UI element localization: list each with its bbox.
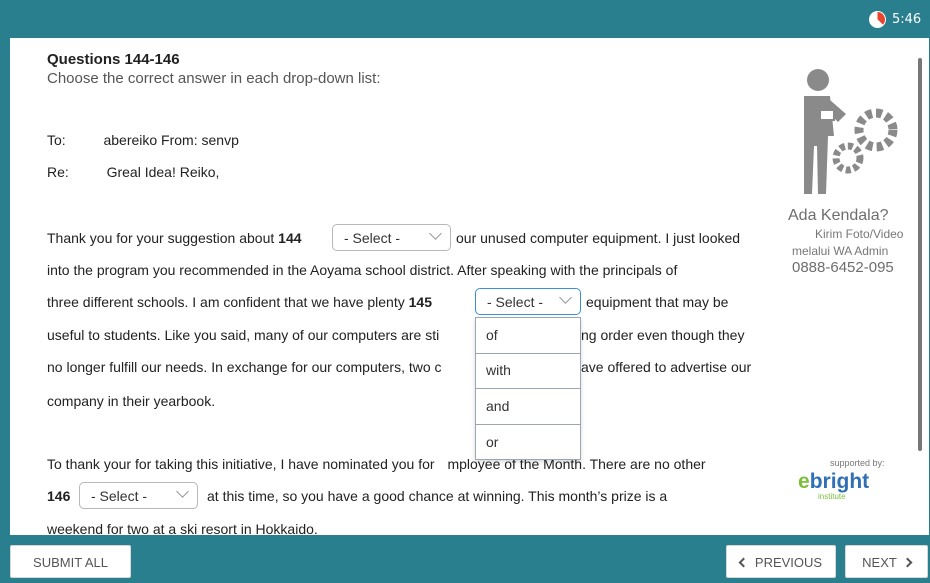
option-and[interactable]: and: [476, 389, 580, 425]
select-144[interactable]: - Select -: [332, 224, 451, 251]
previous-button[interactable]: PREVIOUS: [726, 545, 836, 578]
option-of[interactable]: of: [476, 318, 580, 354]
chevron-down-icon: [176, 485, 189, 498]
passage-line: ave offered to advertise our: [581, 359, 752, 375]
question-title: Questions 144-146: [47, 51, 180, 68]
passage-text: Thank you for your suggestion about: [47, 230, 275, 246]
ad-title: Ada Kendala?: [788, 207, 889, 224]
ebright-logo: ebright: [798, 470, 869, 494]
select-144-label: - Select -: [344, 230, 401, 246]
email-to-line: To: abereiko From: senvp: [47, 132, 239, 148]
option-or[interactable]: or: [476, 425, 580, 461]
passage-line: weekend for two at a ski resort in Hokka…: [47, 521, 318, 535]
blank-number-145: 145: [408, 294, 432, 310]
passage-line: 146: [47, 488, 70, 504]
chevron-left-icon: [738, 557, 749, 568]
logo-subtext: institute: [818, 492, 846, 501]
passage-line: three different schools. I am confident …: [47, 294, 432, 310]
logo-text: bright: [809, 470, 870, 493]
passage-line: no longer fulfill our needs. In exchange…: [47, 359, 442, 375]
scrollbar-thumb[interactable]: [918, 58, 922, 451]
chevron-right-icon: [902, 557, 913, 568]
question-panel: Questions 144-146 Choose the correct ans…: [10, 38, 929, 535]
ad-line: melalui WA Admin: [792, 244, 889, 258]
submit-all-button[interactable]: SUBMIT ALL: [10, 545, 131, 578]
clock-icon: [869, 11, 886, 28]
ad-line: Kirim Foto/Video: [815, 227, 904, 241]
logo-letter: e: [798, 470, 810, 493]
passage-text: three different schools. I am confident …: [47, 294, 405, 310]
passage-line: at this time, so you have a good chance …: [207, 488, 668, 504]
option-with[interactable]: with: [476, 353, 580, 389]
passage-line: equipment that may be: [586, 294, 729, 310]
supported-by-label: supported by:: [830, 458, 885, 468]
next-label: NEXT: [862, 555, 897, 570]
passage-text: To thank your for taking this initiative…: [47, 456, 439, 472]
re-label: Re:: [47, 164, 69, 180]
select-146-label: - Select -: [91, 488, 148, 504]
select-146[interactable]: - Select -: [79, 482, 198, 509]
ad-phone: 0888-6452-095: [792, 259, 894, 276]
passage-line: our unused computer equipment. I just lo…: [456, 230, 741, 246]
passage-line: To thank your for taking this initiative…: [47, 456, 706, 472]
blank-number-144: 144: [278, 230, 302, 246]
to-label: To:: [47, 132, 66, 148]
passage-line: ng order even though they: [581, 327, 745, 343]
passage-line: company in their yearbook.: [47, 393, 216, 409]
select-145-options: of with and or: [475, 317, 581, 460]
select-145-label: - Select -: [487, 294, 544, 310]
passage-line: into the program you recommended in the …: [47, 262, 678, 278]
select-145[interactable]: - Select -: [475, 288, 581, 315]
support-person-icon: [804, 69, 898, 194]
to-value: abereiko From: senvp: [103, 132, 239, 148]
chevron-down-icon: [559, 291, 572, 304]
passage-line: useful to students. Like you said, many …: [47, 327, 440, 343]
top-bar: 5:46: [0, 0, 930, 38]
timer-text: 5:46: [892, 12, 922, 27]
re-value: Greal Idea! Reiko,: [106, 164, 220, 180]
next-button[interactable]: NEXT: [845, 545, 928, 578]
chevron-down-icon: [429, 227, 442, 240]
passage-line: Thank you for your suggestion about 144: [47, 230, 302, 246]
blank-number-146: 146: [47, 488, 71, 504]
question-instruction: Choose the correct answer in each drop-d…: [47, 70, 381, 87]
previous-label: PREVIOUS: [754, 555, 823, 570]
submit-all-label: SUBMIT ALL: [33, 555, 108, 570]
email-re-line: Re: Greal Idea! Reiko,: [47, 164, 219, 180]
